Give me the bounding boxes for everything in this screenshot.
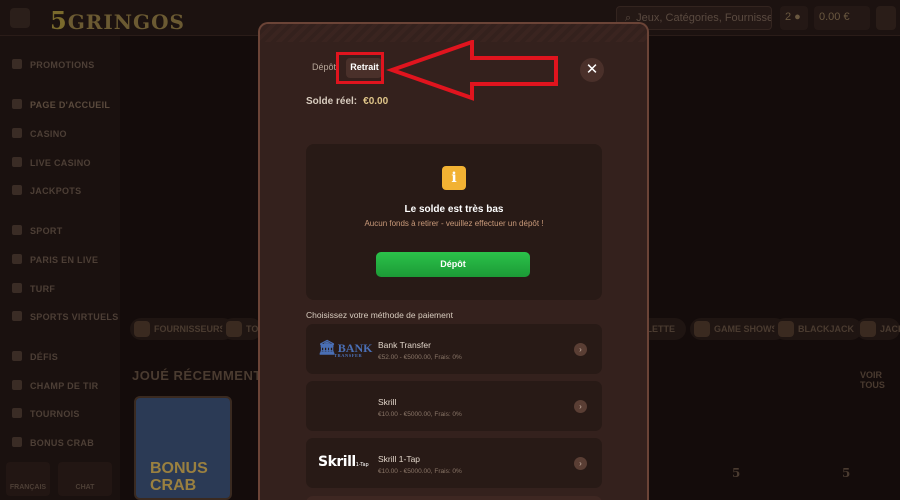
recently-played-title: JOUÉ RÉCEMMENT: [132, 368, 262, 383]
payment-method-label: Choisissez votre méthode de paiement: [306, 310, 453, 320]
category-providers[interactable]: FOURNISSEURS: [130, 318, 234, 340]
payment-method-skrill-1tap[interactable]: Skrill1-Tap Skrill 1-Tap €10.00 - €5000.…: [306, 438, 602, 488]
sidebar-item-shooting-range[interactable]: CHAMP DE TIR: [12, 380, 98, 391]
slot-icon: [12, 128, 22, 138]
jackpot-icon: [12, 185, 22, 195]
annotation-highlight-box: [336, 52, 384, 84]
chat-button[interactable]: CHAT: [58, 462, 112, 496]
payment-method-bank-transfer[interactable]: 🏛 BANK TRANSFER Bank Transfer €52.00 - €50…: [306, 324, 602, 374]
gift-icon: [12, 59, 22, 69]
see-all-link[interactable]: VOIR TOUS: [860, 370, 900, 390]
low-balance-card: i Le solde est très bas Aucun fonds à re…: [306, 144, 602, 300]
language-button[interactable]: FRANÇAIS: [6, 462, 50, 496]
avatar[interactable]: [876, 6, 896, 30]
horse-icon: [12, 283, 22, 293]
sidebar-item-turf[interactable]: TURF: [12, 283, 55, 294]
sidebar-item-home[interactable]: PAGE D'ACCUEIL: [12, 99, 110, 110]
payment-method-next[interactable]: [306, 496, 602, 500]
menu-icon[interactable]: [10, 8, 30, 28]
low-balance-title: Le solde est très bas: [404, 204, 504, 215]
payment-method-limits: €10.00 - €5000.00, Frais: 0%: [378, 411, 462, 418]
sidebar: PROMOTIONS PAGE D'ACCUEIL CASINO LIVE CA…: [0, 36, 120, 500]
category-tournament[interactable]: TO: [222, 318, 262, 340]
sidebar-item-jackpots[interactable]: JACKPOTS: [12, 185, 81, 196]
footer-logo: 5: [732, 466, 741, 480]
ball-icon: [12, 225, 22, 235]
footer-logo: 5: [842, 466, 851, 480]
site-logo[interactable]: 5GRINGOS: [50, 6, 185, 35]
balance-button[interactable]: 0.00 €: [814, 6, 870, 30]
home-icon: [12, 99, 22, 109]
payment-method-name: Skrill 1-Tap: [378, 454, 421, 464]
target-icon: [12, 380, 22, 390]
live-icon: [12, 157, 22, 167]
tab-depot[interactable]: Dépôt: [312, 62, 336, 72]
payment-method-limits: €52.00 - €5000.00, Frais: 0%: [378, 354, 462, 361]
crab-icon: [12, 437, 22, 447]
payment-method-name: Bank Transfer: [378, 340, 431, 350]
payment-method-name: Skrill: [378, 397, 397, 407]
sidebar-item-live-bets[interactable]: PARIS EN LIVE: [12, 254, 98, 265]
category-jackpot[interactable]: JACK: [856, 318, 900, 340]
sidebar-item-tournaments[interactable]: TOURNOIS: [12, 408, 80, 419]
sidebar-item-challenges[interactable]: DÉFIS: [12, 351, 58, 362]
cards-icon: [778, 321, 794, 337]
game-card-title: BONUS CRAB: [150, 460, 208, 494]
virtual-icon: [12, 311, 22, 321]
chevron-right-icon[interactable]: ›: [574, 343, 587, 356]
low-balance-message: Aucun fonds à retirer - veuillez effectu…: [364, 219, 544, 228]
chevron-right-icon[interactable]: ›: [574, 457, 587, 470]
provider-icon: [134, 321, 150, 337]
deposit-button[interactable]: Dépôt: [376, 252, 530, 277]
trophy-icon: [12, 408, 22, 418]
game-card[interactable]: BONUS CRAB: [134, 396, 232, 500]
chevron-right-icon[interactable]: ›: [574, 400, 587, 413]
sidebar-item-virtual-sports[interactable]: SPORTS VIRTUELS: [12, 311, 119, 322]
challenge-icon: [12, 351, 22, 361]
skrill-logo: Skrill1-Tap: [318, 454, 369, 470]
payment-method-skrill[interactable]: Skrill €10.00 - €5000.00, Frais: 0% ›: [306, 381, 602, 431]
info-icon: i: [442, 166, 466, 190]
category-blackjack[interactable]: BLACKJACK: [774, 318, 862, 340]
gameshow-icon: [694, 321, 710, 337]
bank-transfer-logo: 🏛 BANK TRANSFER: [318, 341, 373, 358]
sidebar-item-promotions[interactable]: PROMOTIONS: [12, 59, 95, 70]
coins-button[interactable]: 2 ●: [780, 6, 808, 30]
category-game-shows[interactable]: GAME SHOWS: [690, 318, 786, 340]
badge-icon: [226, 321, 242, 337]
live-bet-icon: [12, 254, 22, 264]
sidebar-item-live-casino[interactable]: LIVE CASINO: [12, 157, 91, 168]
annotation-arrow-icon: [386, 40, 558, 101]
sidebar-item-bonus-crab[interactable]: BONUS CRAB: [12, 437, 94, 448]
sidebar-item-casino[interactable]: CASINO: [12, 128, 67, 139]
jackpot-icon: [860, 321, 876, 337]
sidebar-item-sport[interactable]: SPORT: [12, 225, 63, 236]
real-balance: Solde réel: €0.00: [306, 96, 389, 107]
payment-method-limits: €10.00 - €5000.00, Frais: 0%: [378, 468, 462, 475]
close-icon[interactable]: ✕: [580, 58, 604, 82]
